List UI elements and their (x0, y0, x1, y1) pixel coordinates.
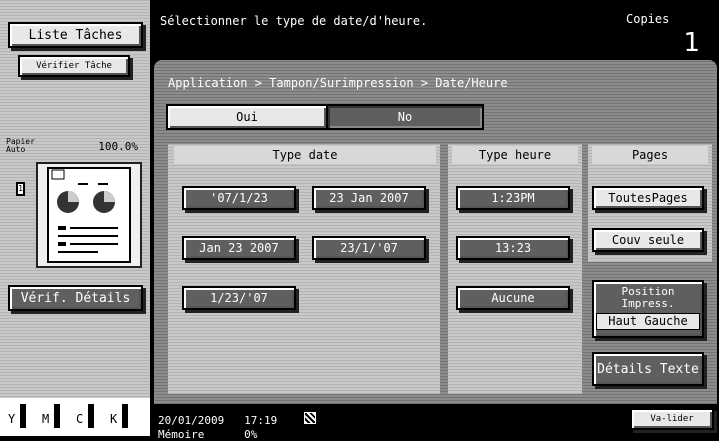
breadcrumb: Application > Tampon/Surimpression > Dat… (168, 76, 508, 90)
date-option-1-23-07[interactable]: 1/23/'07 (182, 286, 296, 310)
cover-only-button[interactable]: Couv seule (592, 228, 704, 252)
copies-value: 1 (683, 28, 700, 58)
tray-icon: 1 (16, 182, 25, 196)
toner-m: M (38, 404, 70, 434)
date-option-jan-23-2007[interactable]: Jan 23 2007 (182, 236, 296, 260)
toner-y: Y (4, 404, 36, 434)
all-pages-button[interactable]: ToutesPages (592, 186, 704, 210)
print-position-button[interactable]: Position Impress. Haut Gauche (592, 280, 704, 338)
status-datetime: 20/01/2009 17:19 (158, 414, 278, 427)
status-memory: Mémoire 0% (158, 428, 258, 441)
job-list-button[interactable]: Liste Tâches (8, 22, 143, 48)
page-preview (36, 162, 142, 268)
time-option-1-23pm[interactable]: 1:23PM (456, 186, 570, 210)
copies-label: Copies (626, 12, 670, 26)
paper-label: Papier Auto (6, 137, 35, 154)
print-position-title: Position Impress. (621, 285, 675, 310)
oui-button[interactable]: Oui (168, 106, 326, 128)
date-option-23-1-07[interactable]: 23/1/'07 (312, 236, 426, 260)
no-button[interactable]: No (328, 106, 482, 128)
paper-info: Papier Auto 100.0% (6, 138, 144, 156)
preview-document-icon (47, 167, 131, 263)
validate-button[interactable]: Va-lider (630, 408, 714, 430)
print-position-value: Haut Gauche (596, 313, 700, 330)
time-option-none[interactable]: Aucune (456, 286, 570, 310)
message-text: Sélectionner le type de date/d'heure. (160, 14, 428, 28)
time-option-13-23[interactable]: 13:23 (456, 236, 570, 260)
text-details-button[interactable]: Détails Texte (592, 352, 704, 386)
date-option-23-jan-2007[interactable]: 23 Jan 2007 (312, 186, 426, 210)
verify-job-button[interactable]: Vérifier Tâche (18, 55, 130, 77)
toner-levels: Y M C K (0, 398, 150, 436)
zoom-value: 100.0% (98, 140, 138, 153)
network-icon (304, 412, 316, 424)
check-details-button[interactable]: Vérif. Détails (8, 285, 143, 311)
date-option-07-1-23[interactable]: '07/1/23 (182, 186, 296, 210)
date-type-panel (168, 144, 440, 394)
toner-k: K (106, 404, 138, 434)
time-type-header: Type heure (452, 146, 578, 164)
date-type-header: Type date (174, 146, 436, 164)
toner-c: C (72, 404, 104, 434)
on-off-toggle: Oui No (166, 104, 484, 130)
pages-header: Pages (592, 146, 708, 164)
time-type-panel (448, 144, 582, 394)
